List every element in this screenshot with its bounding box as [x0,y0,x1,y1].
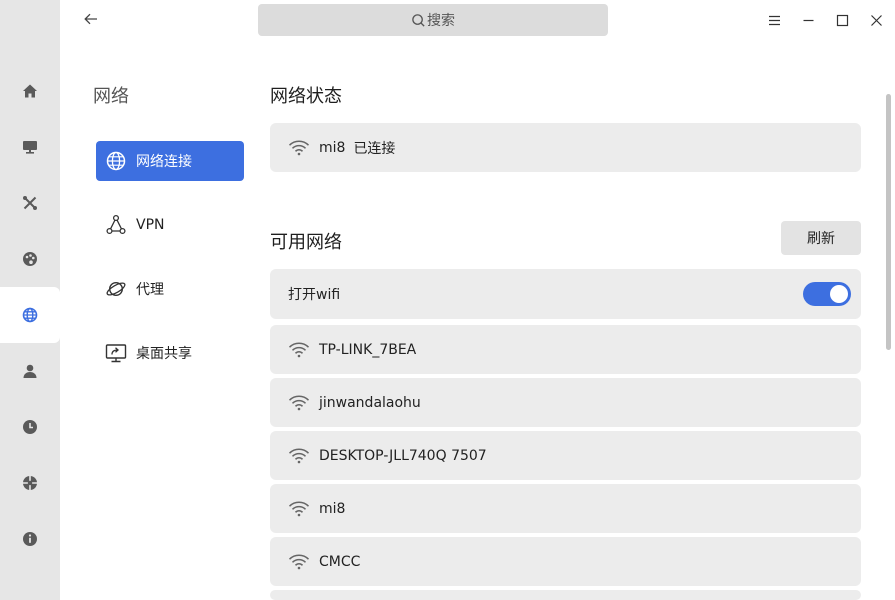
back-button[interactable] [80,8,102,30]
nav-item-proxy[interactable]: 代理 [96,269,244,309]
rail-item-home[interactable] [0,63,60,119]
nav-item-vpn[interactable]: VPN [96,205,244,245]
network-ssid: jinwandalaohu [319,394,421,411]
back-arrow-icon [84,13,97,25]
wifi-signal-icon [288,448,310,464]
proxy-planet-icon [105,278,127,300]
connected-ssid: mi8 [319,139,346,156]
search-input[interactable]: 搜索 [258,4,608,36]
rail-item-datetime[interactable] [0,399,60,455]
rail-item-display[interactable] [0,119,60,175]
nav-label: 桌面共享 [136,346,192,362]
network-ssid: DESKTOP-JLL740Q 7507 [319,447,487,464]
nav-label: VPN [136,217,165,233]
wifi-signal-icon [288,554,310,570]
menu-button[interactable] [764,10,784,30]
close-icon [870,14,882,26]
network-ssid: mi8 [319,500,346,517]
scrollbar[interactable] [886,94,891,350]
maximize-icon [836,14,848,26]
network-item[interactable]: mi8 [270,484,861,533]
network-item[interactable]: TP-LINK_7BEA [270,325,861,374]
wifi-signal-icon [288,501,310,517]
network-icon [22,307,38,323]
toggle-knob [830,285,848,303]
category-rail [0,0,60,600]
update-icon [23,476,37,490]
hamburger-menu-icon [768,15,780,25]
network-item-partial[interactable] [270,590,861,600]
clock-icon [23,420,37,434]
nav-label: 网络连接 [136,154,192,170]
nav-item-desktop-sharing[interactable]: 桌面共享 [96,333,244,373]
rail-item-update[interactable] [0,455,60,511]
wifi-signal-icon [288,395,310,411]
network-status-title: 网络状态 [270,86,342,107]
vpn-icon [105,214,127,236]
rail-item-personalization[interactable] [0,231,60,287]
available-networks-title: 可用网络 [270,232,342,253]
network-ssid: TP-LINK_7BEA [319,341,417,358]
nav-item-network-connection[interactable]: 网络连接 [96,141,244,181]
display-icon [23,141,37,154]
network-ssid: CMCC [319,553,361,570]
network-item[interactable]: CMCC [270,537,861,586]
network-item[interactable]: DESKTOP-JLL740Q 7507 [270,431,861,480]
minimize-icon [803,19,813,21]
connection-state: 已连接 [353,140,396,157]
search-icon [412,13,425,27]
screen-share-icon [105,342,127,364]
nav-label: 代理 [136,282,164,298]
wifi-toggle-switch[interactable] [803,282,851,306]
user-icon [23,364,37,378]
close-button[interactable] [866,10,886,30]
refresh-button[interactable]: 刷新 [781,221,861,255]
tools-icon [23,196,37,210]
current-connection-card[interactable]: mi8 已连接 [270,123,861,172]
minimize-button[interactable] [798,10,818,30]
subnav-title: 网络 [93,86,129,107]
search-placeholder: 搜索 [427,13,455,29]
network-item[interactable]: jinwandalaohu [270,378,861,427]
info-icon [23,532,37,546]
wifi-toggle-row: 打开wifi [270,269,861,319]
rail-item-account[interactable] [0,343,60,399]
rail-item-tools[interactable] [0,175,60,231]
rail-item-about[interactable] [0,511,60,567]
rail-item-network[interactable] [0,287,60,343]
palette-icon [23,252,37,266]
home-icon [23,84,37,98]
wifi-signal-icon [288,140,310,156]
globe-network-icon [105,150,127,172]
maximize-button[interactable] [832,10,852,30]
wifi-signal-icon [288,342,310,358]
wifi-toggle-label: 打开wifi [288,287,341,303]
